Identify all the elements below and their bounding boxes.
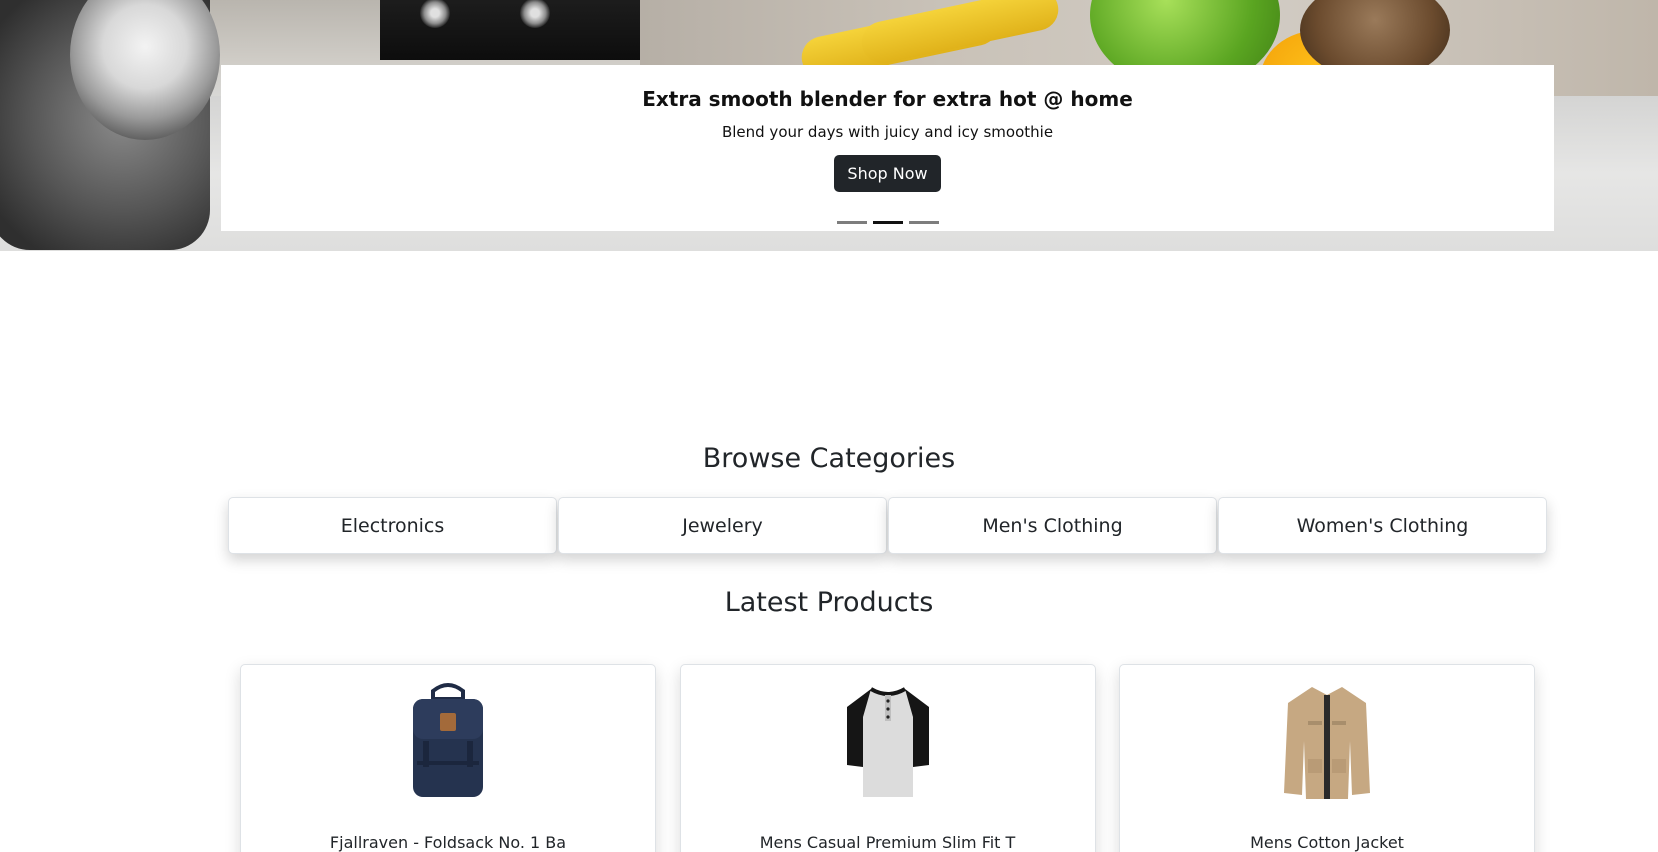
category-jewelery[interactable]: Jewelery [558,497,887,554]
carousel-indicators [221,221,1554,224]
carousel-indicator-1[interactable] [836,221,867,224]
category-womens-clothing[interactable]: Women's Clothing [1218,497,1547,554]
hero-title: Extra smooth blender for extra hot @ hom… [642,87,1133,111]
backpack-image [413,683,483,797]
product-card[interactable]: Mens Casual Premium Slim Fit T [679,664,1096,852]
browse-categories-heading: Browse Categories [702,443,956,474]
henley-shirt-image [846,687,929,797]
knob-icon [420,0,450,28]
blender-base-image [380,0,640,60]
hero-carousel: Extra smooth blender for extra hot @ hom… [0,0,1658,251]
latest-products-heading: Latest Products [724,587,934,618]
hero-subtitle: Blend your days with juicy and icy smoot… [721,123,1054,141]
knob-icon [520,0,550,28]
product-name: Fjallraven - Foldsack No. 1 Ba [329,833,567,852]
category-electronics[interactable]: Electronics [228,497,557,554]
product-card[interactable]: Fjallraven - Foldsack No. 1 Ba [240,664,656,852]
product-name: Mens Cotton Jacket [1250,833,1404,852]
shop-now-button[interactable]: Shop Now [834,155,941,192]
jacket-image [1284,687,1370,799]
product-card[interactable]: Mens Cotton Jacket [1119,664,1535,852]
carousel-indicator-2[interactable] [872,221,903,224]
product-name: Mens Casual Premium Slim Fit T [759,833,1016,852]
carousel-indicator-3[interactable] [908,221,939,224]
category-list: Electronics Jewelery Men's Clothing Wome… [228,497,1548,554]
category-mens-clothing[interactable]: Men's Clothing [888,497,1217,554]
carousel-caption: Extra smooth blender for extra hot @ hom… [221,65,1554,231]
product-list: Fjallraven - Foldsack No. 1 Ba Mens Casu… [240,664,1535,852]
